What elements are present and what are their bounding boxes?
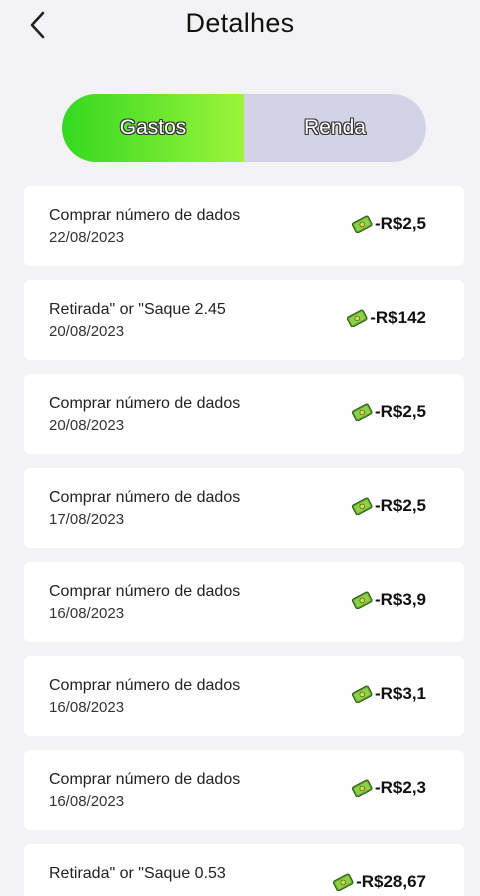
transaction-description: Comprar número de dados xyxy=(49,395,241,412)
header: Detalhes xyxy=(0,0,480,50)
transaction-amount: -R$2,5 xyxy=(351,214,426,234)
amount-value: -R$3,1 xyxy=(374,684,426,703)
transaction-description: Comprar número de dados xyxy=(49,677,241,694)
amount-value: -R$2,5 xyxy=(374,402,426,421)
transaction-date: 22/08/2023 xyxy=(49,229,125,246)
transaction-amount: -R$2,5 xyxy=(351,402,426,422)
transaction-amount: -R$2,3 xyxy=(351,778,426,798)
transaction-card[interactable]: Retirada" or "Saque 2.45 20/08/2023 -R$1… xyxy=(24,280,464,360)
transaction-amount: -R$142 xyxy=(346,308,426,328)
money-icon xyxy=(347,309,368,327)
money-icon xyxy=(351,403,373,421)
transaction-card[interactable]: Comprar número de dados 17/08/2023 -R$2,… xyxy=(24,468,464,548)
transaction-card[interactable]: Comprar número de dados 16/08/2023 -R$3,… xyxy=(24,656,464,736)
page-title: Detalhes xyxy=(185,8,295,38)
amount-value: -R$2,3 xyxy=(374,778,426,797)
transaction-date: 16/08/2023 xyxy=(49,793,125,810)
amount-value: -R$3,9 xyxy=(374,590,426,609)
transaction-card[interactable]: Retirada" or "Saque 0.53 -R$28,67 xyxy=(24,844,464,896)
transaction-list: Comprar número de dados 22/08/2023 -R$2,… xyxy=(24,186,464,896)
money-icon xyxy=(332,873,354,891)
transaction-card[interactable]: Comprar número de dados 16/08/2023 -R$3,… xyxy=(24,562,464,642)
transaction-description: Comprar número de dados xyxy=(49,207,241,224)
amount-value: -R$2,5 xyxy=(374,496,426,515)
transaction-description: Retirada" or "Saque 0.53 xyxy=(49,865,226,882)
transaction-amount: -R$3,1 xyxy=(351,684,426,704)
transaction-date: 16/08/2023 xyxy=(49,699,125,716)
money-icon xyxy=(351,685,373,703)
amount-value: -R$28,67 xyxy=(356,872,426,891)
amount-value: -R$2,5 xyxy=(374,214,426,233)
transaction-date: 20/08/2023 xyxy=(49,323,125,340)
money-icon xyxy=(351,215,373,233)
money-icon xyxy=(351,591,373,609)
transaction-card[interactable]: Comprar número de dados 16/08/2023 -R$2,… xyxy=(24,750,464,830)
transaction-date: 16/08/2023 xyxy=(49,605,125,622)
amount-value: -R$142 xyxy=(370,308,426,327)
transaction-description: Comprar número de dados xyxy=(49,771,241,788)
transaction-date: 20/08/2023 xyxy=(49,417,125,434)
transaction-date: 17/08/2023 xyxy=(49,511,125,528)
transaction-amount: -R$28,67 xyxy=(332,872,426,892)
tab-switcher: Gastos Renda xyxy=(62,94,426,162)
money-icon xyxy=(351,779,373,797)
transaction-description: Comprar número de dados xyxy=(49,489,241,506)
transaction-description: Retirada" or "Saque 2.45 xyxy=(49,301,226,318)
money-icon xyxy=(351,497,373,515)
transaction-card[interactable]: Comprar número de dados 20/08/2023 -R$2,… xyxy=(24,374,464,454)
transaction-amount: -R$3,9 xyxy=(351,590,426,610)
transaction-description: Comprar número de dados xyxy=(49,583,241,600)
tab-gastos[interactable]: Gastos xyxy=(62,94,244,162)
transaction-card[interactable]: Comprar número de dados 22/08/2023 -R$2,… xyxy=(24,186,464,266)
transaction-amount: -R$2,5 xyxy=(351,496,426,516)
tab-renda[interactable]: Renda xyxy=(244,94,426,162)
